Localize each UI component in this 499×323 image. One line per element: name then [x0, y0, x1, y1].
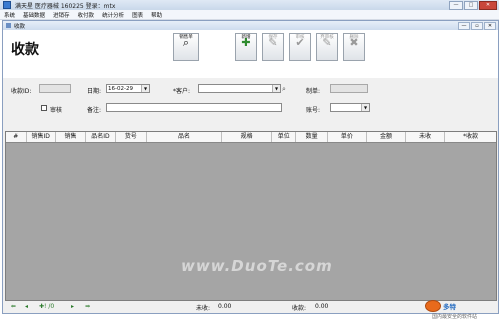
record-count: 0 — [50, 303, 55, 310]
delete-button[interactable]: ✖ 删除 — [343, 33, 365, 61]
unaudit-label: 弃审核 — [320, 35, 334, 40]
grid-header: # 销售ID 销售 品名ID 货号 品名 规格 单位 数量 单价 金额 未收 *… — [6, 132, 496, 143]
save-button[interactable]: ✎ 保存 — [262, 33, 284, 61]
grid-footer: ⇚ ◂ ✚! /0 ▸ ⇛ 未收: 0.00 收款: 0.00 — [3, 301, 498, 313]
menu-item-base-data[interactable]: 基础数据 — [19, 11, 49, 19]
menu-item-inventory[interactable]: 进销存 — [49, 11, 74, 19]
menu-item-charts[interactable]: 图表 — [128, 11, 147, 19]
account-label: 账号: — [306, 107, 321, 114]
audit-label: 审核 — [295, 35, 305, 40]
menu-item-payments[interactable]: 收付款 — [74, 11, 99, 19]
line-items-grid[interactable]: # 销售ID 销售 品名ID 货号 品名 规格 单位 数量 单价 金额 未收 *… — [5, 131, 497, 301]
account-select[interactable]: ▼ — [330, 103, 370, 112]
unaudit-button[interactable]: ✎ 弃审核 — [316, 33, 338, 61]
customer-select[interactable]: ▼ — [198, 84, 281, 93]
sub-close-button[interactable]: ✕ — [484, 22, 496, 30]
audit-checkbox[interactable] — [41, 105, 47, 111]
received-total-label: 收款: — [292, 305, 307, 312]
col-spec[interactable]: 规格 — [222, 132, 273, 142]
menu-item-system[interactable]: 系统 — [0, 11, 19, 19]
window-titlebar: 满天星 医疗器械 160225 登录：mtx — □ ✕ — [0, 0, 499, 10]
add-label: 新增 — [241, 35, 251, 40]
date-picker[interactable]: 16-02-29 ▼ — [106, 84, 150, 93]
next-record-icon[interactable]: ▸ — [71, 303, 74, 310]
col-unit[interactable]: 单位 — [272, 132, 297, 142]
col-item-no[interactable]: 货号 — [116, 132, 147, 142]
add-button[interactable]: ✚ 新增 — [235, 33, 257, 61]
note-field[interactable] — [106, 103, 282, 112]
chevron-down-icon[interactable]: ▼ — [272, 85, 280, 92]
receipt-window-titlebar: 收款 — ▫ ✕ — [3, 21, 498, 30]
unpaid-total-value: 0.00 — [218, 303, 232, 310]
sub-restore-button[interactable]: ▫ — [471, 22, 483, 30]
col-quantity[interactable]: 数量 — [296, 132, 328, 142]
watermark: www.DuoTe.com — [181, 257, 333, 275]
sales-order-button[interactable]: ⌕ 销售单 — [173, 33, 199, 61]
note-label: 备注: — [87, 107, 102, 114]
customer-label: *客户: — [173, 88, 191, 95]
prev-record-icon[interactable]: ◂ — [25, 303, 28, 310]
menu-item-help[interactable]: 帮助 — [147, 11, 166, 19]
save-label: 保存 — [268, 35, 278, 40]
col-sales[interactable]: 销售 — [56, 132, 87, 142]
col-sales-id[interactable]: 销售ID — [27, 132, 56, 142]
menu-item-statistics[interactable]: 统计分析 — [98, 11, 128, 19]
chevron-down-icon[interactable]: ▼ — [141, 85, 149, 92]
date-label: 日期: — [87, 88, 102, 95]
col-index[interactable]: # — [6, 132, 27, 142]
receipt-id-label: 收款ID: — [11, 88, 32, 95]
unpaid-total-label: 未收: — [196, 305, 211, 312]
receipt-window: 收款 — ▫ ✕ 收款 ⌕ 销售单 ✚ 新增 ✎ 保存 ✔ 审核 ✎ 弃审核 ✖… — [2, 20, 499, 314]
logo-subtext: 国内最安全的软件站 — [432, 314, 478, 320]
col-amount[interactable]: 金额 — [367, 132, 407, 142]
last-record-icon[interactable]: ⇛ — [85, 303, 90, 310]
receipt-form: 收款ID: 日期: 16-02-29 ▼ *客户: ▼ ⌕ 制单: 审核 备注:… — [3, 78, 498, 131]
sales-order-label: 销售单 — [179, 35, 193, 40]
col-unit-price[interactable]: 单价 — [328, 132, 367, 142]
creator-label: 制单: — [306, 88, 321, 95]
first-record-icon[interactable]: ⇚ — [11, 303, 16, 310]
received-total-value: 0.00 — [315, 303, 329, 310]
app-icon — [3, 1, 11, 9]
minimize-button[interactable]: — — [449, 1, 463, 10]
audit-button[interactable]: ✔ 审核 — [289, 33, 311, 61]
chevron-down-icon[interactable]: ▼ — [361, 104, 369, 111]
menu-bar: 系统 基础数据 进销存 收付款 统计分析 图表 帮助 — [0, 10, 499, 20]
audit-checkbox-label: 审核 — [50, 107, 63, 114]
creator-field[interactable] — [330, 84, 368, 93]
window-title: 满天星 医疗器械 160225 登录：mtx — [15, 2, 116, 10]
col-unpaid[interactable]: 未收 — [406, 132, 446, 142]
col-product-id[interactable]: 品名ID — [86, 132, 116, 142]
date-value: 16-02-29 — [108, 86, 133, 92]
logo-mark-icon — [425, 300, 441, 312]
sub-minimize-button[interactable]: — — [458, 22, 470, 30]
duote-logo: 多特 — [425, 300, 456, 312]
subwindow-controls: — ▫ ✕ — [458, 22, 496, 30]
close-button[interactable]: ✕ — [479, 1, 497, 10]
window-icon — [6, 23, 11, 28]
col-product-name[interactable]: 品名 — [147, 132, 223, 142]
window-controls: — □ ✕ — [449, 1, 497, 10]
page-header: 收款 ⌕ 销售单 ✚ 新增 ✎ 保存 ✔ 审核 ✎ 弃审核 ✖ 删除 — [3, 30, 498, 78]
maximize-button[interactable]: □ — [464, 1, 478, 10]
search-icon[interactable]: ⌕ — [282, 85, 286, 94]
delete-label: 删除 — [349, 35, 359, 40]
col-receive[interactable]: *收款 — [445, 132, 496, 142]
receipt-id-field[interactable] — [39, 84, 71, 93]
page-title: 收款 — [11, 42, 39, 58]
logo-text: 多特 — [443, 303, 456, 311]
receipt-window-title: 收款 — [14, 23, 26, 30]
record-counter: ✚! /0 — [39, 303, 55, 310]
